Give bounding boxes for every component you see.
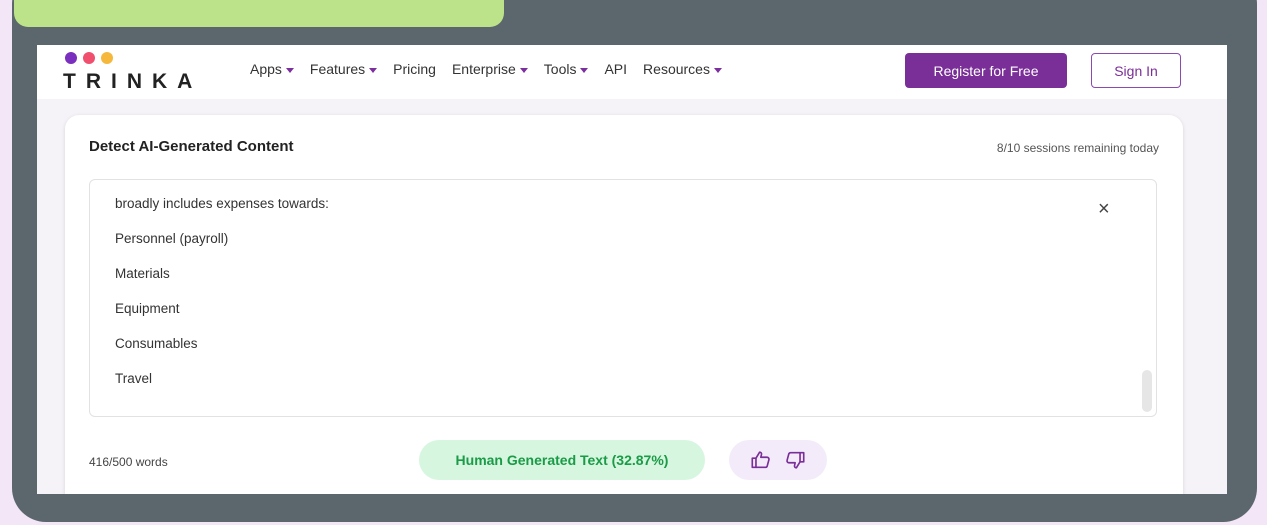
brand-logo[interactable]: TRINKA: [63, 70, 202, 94]
nav-label: Resources: [643, 61, 710, 77]
banner-letter-fragment: [214, 0, 272, 8]
top-navbar: TRINKA Apps Features Pricing Enterprise …: [37, 45, 1227, 99]
sessions-remaining: 8/10 sessions remaining today: [996, 141, 1159, 155]
close-icon[interactable]: ×: [1098, 198, 1110, 221]
browser-screen: TRINKA Apps Features Pricing Enterprise …: [37, 45, 1227, 494]
nav-api[interactable]: API: [604, 61, 627, 77]
nav-features[interactable]: Features: [309, 61, 378, 77]
nav-label: Enterprise: [451, 61, 516, 77]
chevron-down-icon: [580, 67, 589, 73]
nav-label: Apps: [250, 61, 282, 77]
nav-resources[interactable]: Resources: [643, 61, 722, 77]
register-button[interactable]: Register for Free: [905, 53, 1067, 88]
text-line: Travel: [115, 371, 153, 386]
logo-dot: [65, 52, 77, 64]
nav-apps[interactable]: Apps: [250, 61, 294, 77]
nav-tools[interactable]: Tools: [544, 61, 589, 77]
nav-label: API: [604, 61, 628, 77]
feedback-buttons: [729, 440, 827, 480]
nav-label: Tools: [543, 61, 577, 77]
chevron-down-icon: [713, 67, 722, 73]
ai-detector-card: Detect AI-Generated Content 8/10 session…: [65, 115, 1183, 494]
nav-label: Pricing: [393, 61, 436, 77]
logo-dots: [65, 51, 119, 69]
text-input-area[interactable]: broadly includes expenses towards: Perso…: [89, 179, 1157, 417]
text-line: broadly includes expenses towards:: [115, 196, 329, 211]
chevron-down-icon: [519, 67, 528, 73]
text-line: Personnel (payroll): [115, 231, 229, 246]
thumbs-down-icon[interactable]: [784, 449, 806, 471]
text-line: Materials: [115, 266, 170, 281]
logo-dot: [83, 52, 95, 64]
nav-label: Features: [309, 61, 366, 77]
signin-button[interactable]: Sign In: [1091, 53, 1181, 88]
nav-enterprise[interactable]: Enterprise: [452, 61, 528, 77]
input-text: broadly includes expenses towards: Perso…: [115, 186, 329, 396]
word-count: 416/500 words: [89, 455, 168, 469]
chevron-down-icon: [285, 67, 294, 73]
scrollbar-thumb[interactable]: [1142, 370, 1152, 412]
nav-pricing[interactable]: Pricing: [393, 61, 436, 77]
logo-dot: [101, 52, 113, 64]
chevron-down-icon: [369, 67, 378, 73]
detection-result-badge: Human Generated Text (32.87%): [419, 440, 705, 480]
card-title: Detect AI-Generated Content: [89, 138, 294, 155]
text-line: Consumables: [115, 336, 198, 351]
main-nav: Apps Features Pricing Enterprise Tools A…: [250, 61, 722, 77]
header-banner: [14, 0, 504, 27]
text-line: Equipment: [115, 301, 180, 316]
thumbs-up-icon[interactable]: [750, 449, 772, 471]
